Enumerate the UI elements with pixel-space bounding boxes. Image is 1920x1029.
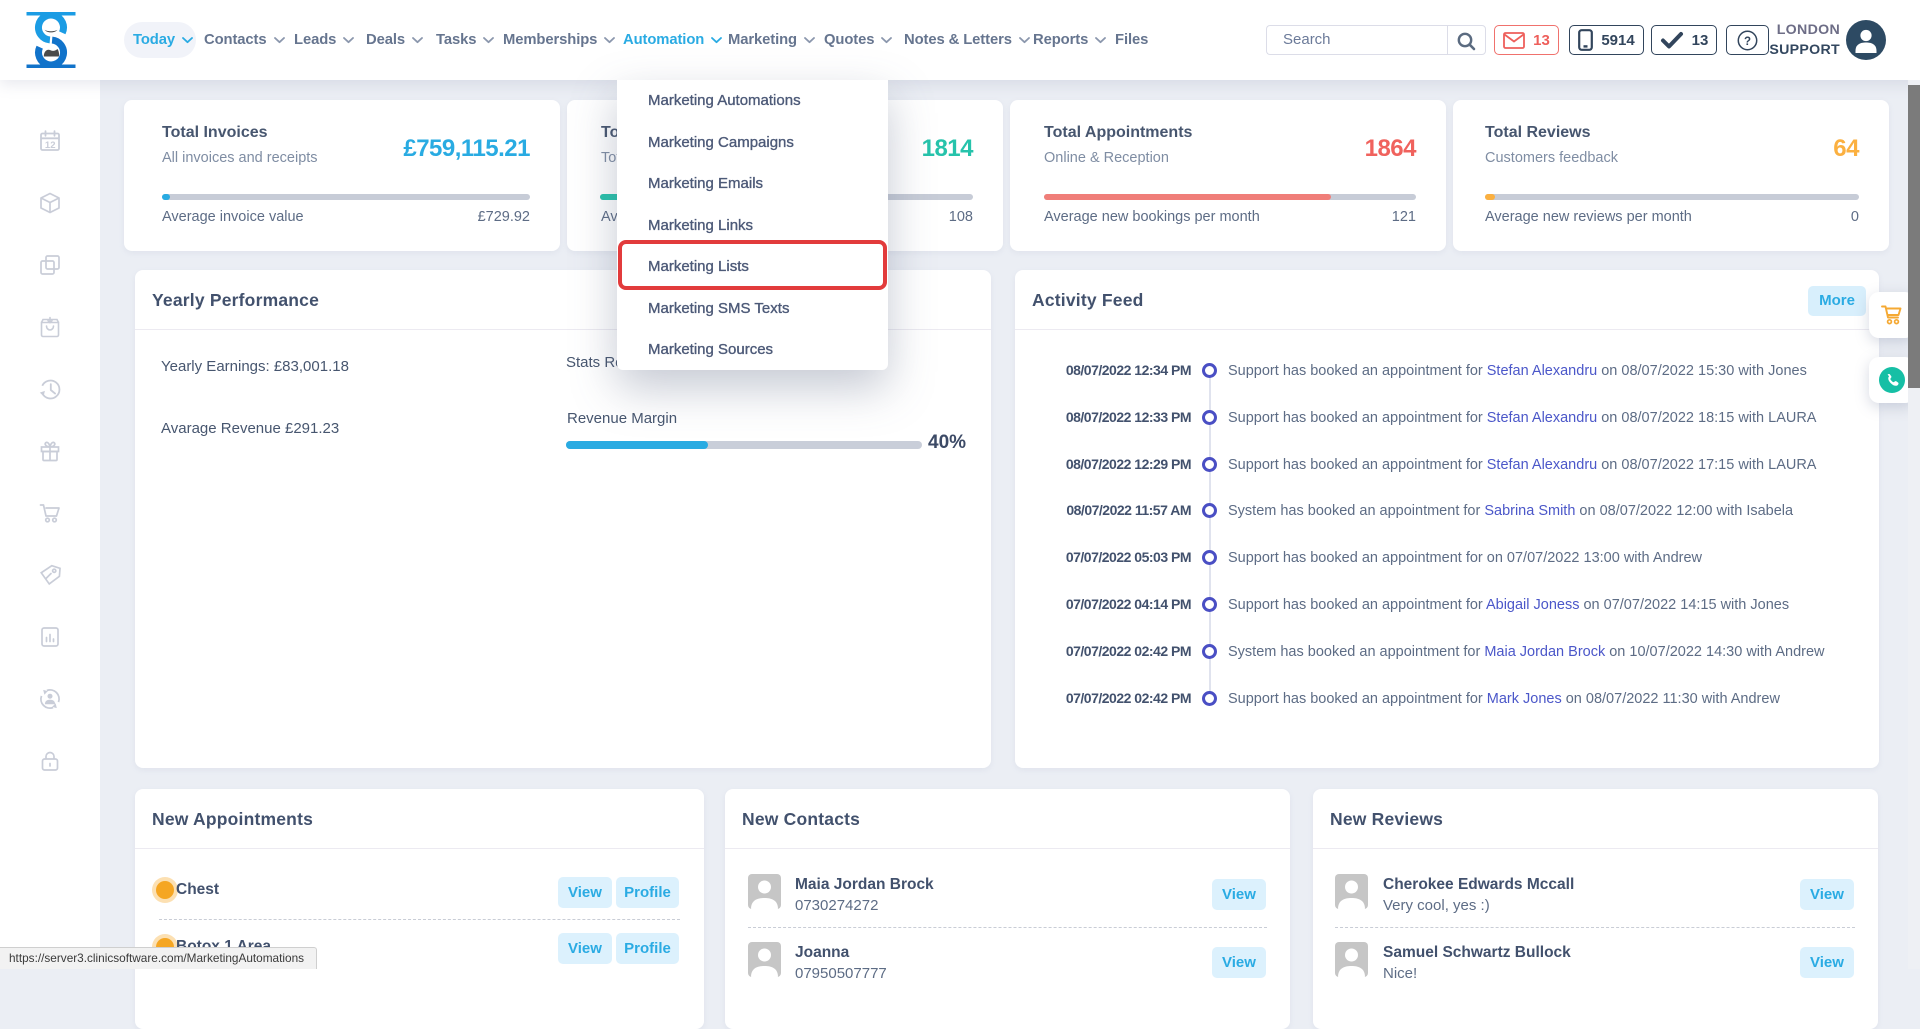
svg-text:12: 12 [45, 140, 56, 151]
